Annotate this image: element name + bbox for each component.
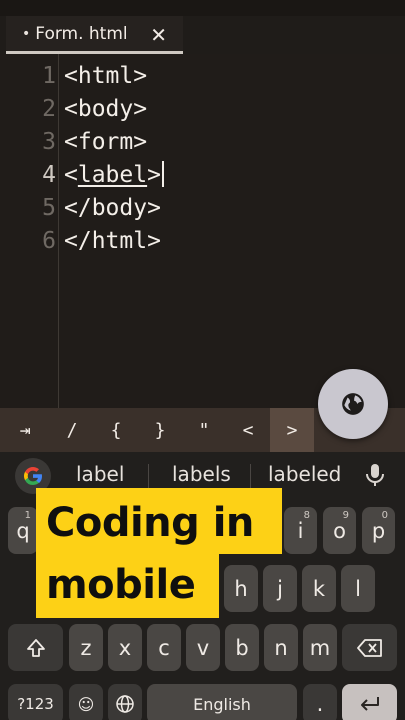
line-number: 5: [42, 195, 56, 221]
globe-icon: [116, 695, 134, 713]
key-z[interactable]: z: [69, 624, 103, 671]
key-k[interactable]: k: [302, 565, 336, 612]
symbols-key[interactable]: ?123: [8, 684, 63, 720]
line-number: 1: [42, 63, 56, 89]
suggestion-2[interactable]: labels: [172, 462, 231, 486]
symbol-key-close-brace[interactable]: }: [138, 408, 182, 452]
code-line[interactable]: 5 </body>: [0, 192, 405, 225]
shift-key[interactable]: [8, 624, 63, 671]
key-m[interactable]: m: [303, 624, 337, 671]
status-bar: [0, 0, 405, 16]
key-o[interactable]: o9: [323, 507, 356, 554]
symbol-key-tab[interactable]: ⇥: [0, 408, 50, 452]
key-v[interactable]: v: [186, 624, 220, 671]
symbol-key-quote[interactable]: ": [182, 408, 226, 452]
key-c[interactable]: c: [147, 624, 181, 671]
key-i[interactable]: i8: [284, 507, 317, 554]
code-line-active[interactable]: 4 <label>: [0, 159, 405, 192]
code-line[interactable]: 1 <html>: [0, 60, 405, 93]
key-l[interactable]: l: [341, 565, 375, 612]
symbol-key-less-than[interactable]: <: [226, 408, 270, 452]
tab-bar: • Form. html ✕: [0, 16, 405, 54]
emoji-icon: ☺: [77, 694, 95, 714]
globe-icon: [342, 393, 364, 415]
key-n[interactable]: n: [264, 624, 298, 671]
code-text: </html>: [64, 228, 161, 254]
language-key[interactable]: [108, 684, 142, 720]
code-text: <label>: [64, 159, 164, 192]
backspace-key[interactable]: [342, 624, 397, 671]
unsaved-dot: •: [22, 25, 31, 42]
code-text: </body>: [64, 195, 161, 221]
code-text: <html>: [64, 63, 148, 89]
code-line[interactable]: 2 <body>: [0, 93, 405, 126]
globe-button[interactable]: [318, 369, 388, 439]
period-key[interactable]: .: [303, 684, 337, 720]
code-prefix: <: [64, 162, 78, 188]
key-q[interactable]: q1: [8, 507, 38, 554]
code-suffix: >: [147, 162, 161, 188]
line-number: 6: [42, 228, 56, 254]
key-p[interactable]: p0: [362, 507, 395, 554]
line-number: 2: [42, 96, 56, 122]
suggestion-divider: [250, 464, 251, 488]
emoji-key[interactable]: ☺: [69, 684, 103, 720]
suggestion-divider: [148, 464, 149, 488]
caption-line-2: mobile: [46, 562, 196, 608]
space-key[interactable]: English: [147, 684, 297, 720]
tab-form-html[interactable]: • Form. html ✕: [6, 16, 183, 54]
line-number: 4: [42, 162, 56, 188]
symbol-key-greater-than[interactable]: >: [270, 408, 314, 452]
caption-line-1: Coding in: [46, 500, 254, 546]
key-b[interactable]: b: [225, 624, 259, 671]
shift-icon: [26, 638, 45, 657]
line-number: 3: [42, 129, 56, 155]
tab-title: Form. html: [35, 23, 128, 44]
code-text: <form>: [64, 129, 148, 155]
code-text: <body>: [64, 96, 148, 122]
key-x[interactable]: x: [108, 624, 142, 671]
backspace-icon: [356, 638, 382, 657]
close-icon[interactable]: ✕: [150, 23, 167, 47]
caption-overlay: Coding in mobile: [36, 488, 282, 618]
enter-key[interactable]: [342, 684, 397, 720]
text-cursor: [161, 161, 164, 187]
suggestion-1[interactable]: label: [76, 462, 124, 486]
code-editor[interactable]: 1 <html> 2 <body> 3 <form> 4 <label> 5 <…: [0, 54, 405, 408]
suggestion-3[interactable]: labeled: [268, 462, 341, 486]
symbol-key-open-brace[interactable]: {: [94, 408, 138, 452]
symbol-key-slash[interactable]: /: [50, 408, 94, 452]
code-line[interactable]: 6 </html>: [0, 225, 405, 258]
code-line[interactable]: 3 <form>: [0, 126, 405, 159]
mic-icon[interactable]: [364, 462, 386, 492]
enter-icon: [360, 697, 379, 711]
composing-word: label: [77, 162, 148, 188]
